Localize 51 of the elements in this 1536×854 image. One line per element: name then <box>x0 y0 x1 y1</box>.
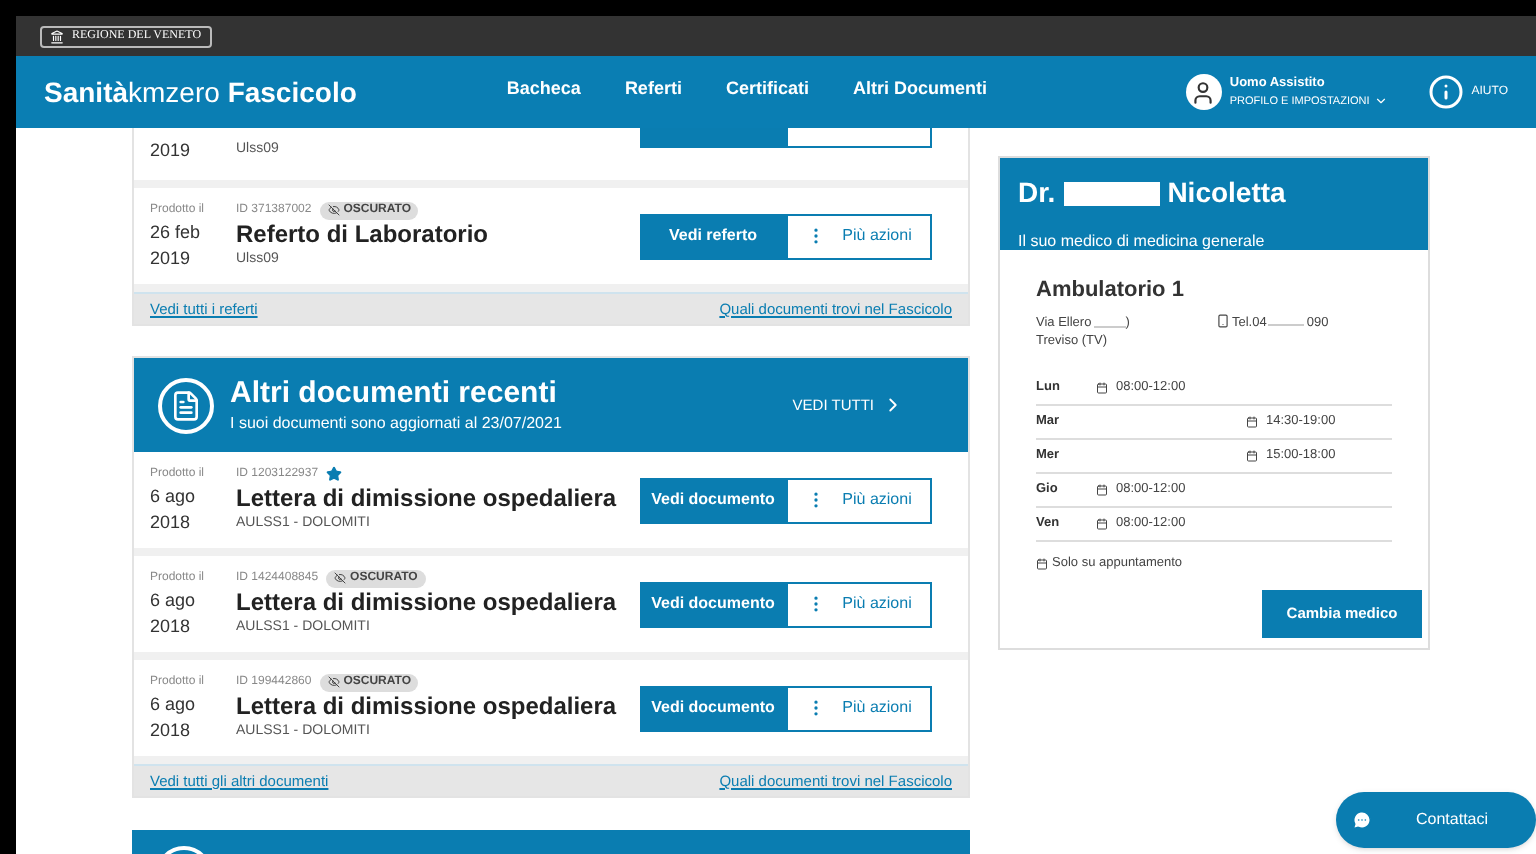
phone-icon <box>1216 313 1230 327</box>
avatar-icon <box>1185 74 1222 110</box>
nav-link[interactable]: Bacheca <box>506 76 581 108</box>
view-button[interactable]: Vedi documento <box>640 581 786 627</box>
calendar-icon <box>1096 518 1108 530</box>
more-actions-button[interactable]: Più azioni <box>786 213 932 259</box>
document-icon <box>158 377 214 433</box>
date-day: 26 feb <box>150 219 236 245</box>
redaction-block <box>1063 181 1160 205</box>
eye-off-icon <box>327 204 340 217</box>
document-title[interactable]: Referto di Laboratorio <box>236 219 640 250</box>
chevron-down-icon <box>1373 94 1388 109</box>
date-year: 2019 <box>150 137 193 163</box>
calendar-icon <box>1096 484 1108 496</box>
section-title: Altri documenti recenti <box>230 375 559 411</box>
doctor-subtitle: Il suo medico di medicina generale <box>1018 232 1265 250</box>
star-icon[interactable] <box>326 466 343 483</box>
more-actions-button[interactable]: Più azioni <box>786 581 932 627</box>
view-button[interactable]: Vedi referto <box>640 213 786 259</box>
more-actions-button[interactable]: Più azioni <box>786 685 932 731</box>
date-year: 2019 <box>150 245 193 271</box>
document-title[interactable]: Lettera di dimissione ospedaliera <box>236 483 640 514</box>
date-day: 6 ago <box>150 483 236 509</box>
calendar-icon <box>1036 557 1048 570</box>
date-year: 2018 <box>150 613 193 639</box>
nav-link[interactable]: Certificati <box>725 76 809 108</box>
date-day: 6 ago <box>150 691 236 717</box>
doctor-name: Nicoletta <box>1167 174 1286 212</box>
document-title[interactable]: Lettera di dimissione ospedaliera <box>236 691 640 722</box>
brand-logo[interactable]: Sanitàkmzero Fascicolo <box>44 71 357 113</box>
doctor-title: Dr. <box>1018 174 1056 212</box>
view-button[interactable]: Vedi documento <box>640 685 786 731</box>
more-actions-button[interactable]: Più azioni <box>786 477 932 523</box>
office-title: Ambulatorio 1 <box>1036 276 1186 306</box>
view-button[interactable]: Vedi documento <box>640 477 786 523</box>
eye-off-icon <box>327 676 340 689</box>
date-year: 2018 <box>150 717 193 743</box>
nav-link[interactable]: Altri Documenti <box>852 76 987 108</box>
chat-icon <box>1352 810 1372 830</box>
date-year: 2018 <box>150 509 193 535</box>
info-icon[interactable] <box>1427 74 1464 110</box>
crest-icon <box>50 29 64 43</box>
eye-off-icon <box>334 572 347 585</box>
calendar-icon <box>1246 450 1258 462</box>
section-subtitle: I suoi documenti sono aggiornati al 23/07/2021 <box>230 411 564 435</box>
nav-link[interactable]: Referti <box>624 76 682 108</box>
document-title[interactable]: Lettera di dimissione ospedaliera <box>236 587 640 618</box>
calendar-icon <box>1096 382 1108 394</box>
calendar-icon <box>1246 416 1258 428</box>
contact-button[interactable]: Contattaci <box>1336 792 1536 848</box>
date-day: 6 ago <box>150 587 236 613</box>
